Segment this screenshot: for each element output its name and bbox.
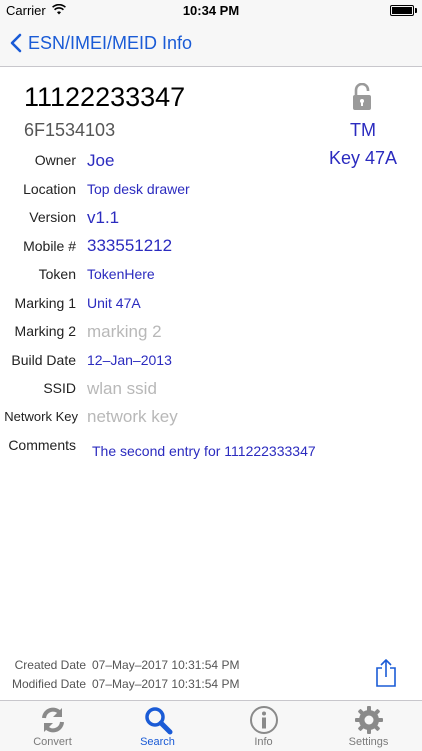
- unlock-icon[interactable]: [351, 83, 373, 111]
- hex-value: 6F1534103: [24, 120, 116, 140]
- refresh-icon: [41, 707, 64, 733]
- build-date-label: Build Date: [11, 352, 76, 368]
- tab-settings[interactable]: Settings: [316, 701, 421, 751]
- ssid-field[interactable]: wlan ssid: [87, 379, 157, 399]
- marking2-label: Marking 2: [14, 323, 76, 339]
- created-date-label: Created Date: [14, 658, 86, 672]
- comments-label: Comments: [8, 437, 76, 453]
- clock: 10:34 PM: [182, 3, 240, 18]
- comments-field[interactable]: The second entry for 111222333347: [92, 443, 316, 459]
- tm-label: TM: [350, 120, 376, 140]
- network-key-label: Network Key: [4, 409, 78, 424]
- info-icon: [249, 706, 278, 734]
- tab-convert[interactable]: Convert: [0, 701, 105, 751]
- location-field[interactable]: Top desk drawer: [87, 181, 190, 197]
- tab-convert-label: Convert: [33, 736, 72, 748]
- token-label: Token: [38, 266, 76, 282]
- gear-icon: [354, 706, 383, 734]
- tab-settings-label: Settings: [348, 736, 389, 748]
- owner-field[interactable]: Joe: [87, 151, 114, 171]
- tab-info-label: Info: [254, 736, 273, 748]
- version-field[interactable]: v1.1: [87, 208, 119, 228]
- tab-search-label: Search: [140, 736, 175, 748]
- marking1-field[interactable]: Unit 47A: [87, 295, 141, 311]
- tab-bar: Convert Search Info Settings: [0, 700, 422, 751]
- key-label: Key 47A: [328, 148, 398, 168]
- token-field[interactable]: TokenHere: [87, 266, 155, 282]
- mobile-label: Mobile #: [23, 238, 76, 254]
- back-button-label: ESN/IMEI/MEID Info: [28, 32, 193, 53]
- created-date-value: 07–May–2017 10:31:54 PM: [92, 658, 240, 672]
- back-button[interactable]: ESN/IMEI/MEID Info: [10, 30, 192, 56]
- status-bar: Carrier 10:34 PM: [0, 0, 422, 20]
- tab-info[interactable]: Info: [211, 701, 316, 751]
- location-label: Location: [23, 181, 76, 197]
- navigation-bar: ESN/IMEI/MEID Info: [0, 20, 422, 67]
- owner-label: Owner: [34, 152, 76, 168]
- network-key-field[interactable]: network key: [87, 407, 178, 427]
- modified-date-label: Modified Date: [11, 677, 86, 691]
- modified-date-value: 07–May–2017 10:31:54 PM: [92, 677, 240, 691]
- chevron-left-icon: [10, 33, 22, 53]
- search-icon: [144, 707, 172, 735]
- esn-value: 11122233347: [24, 82, 186, 112]
- marking2-field[interactable]: marking 2: [87, 322, 162, 342]
- marking1-label: Marking 1: [14, 295, 76, 311]
- mobile-field[interactable]: 333551212: [87, 236, 172, 256]
- build-date-field[interactable]: 12–Jan–2013: [87, 352, 172, 368]
- share-icon[interactable]: [374, 658, 398, 688]
- ssid-label: SSID: [43, 380, 76, 396]
- version-label: Version: [29, 209, 76, 225]
- battery-icon: [390, 5, 417, 16]
- tab-search[interactable]: Search: [105, 701, 210, 751]
